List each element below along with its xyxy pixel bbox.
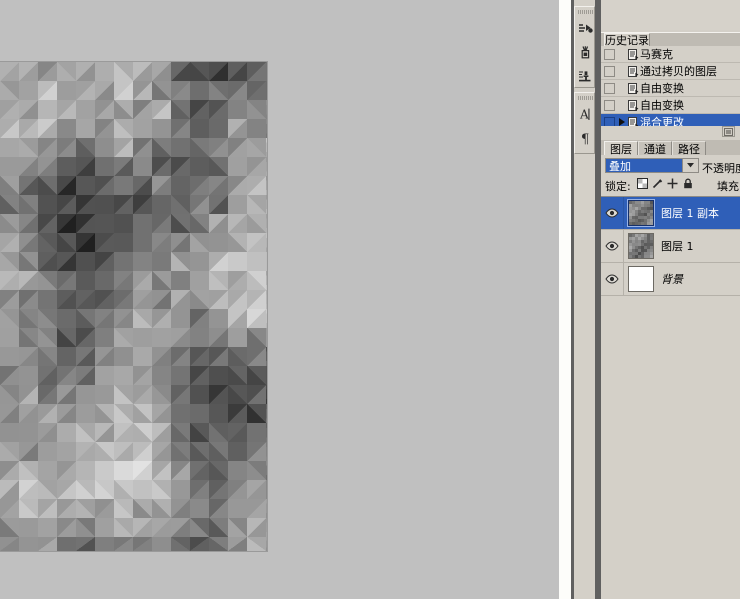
history-state-row[interactable]: 通过拷贝的图层 <box>601 63 740 80</box>
eye-icon[interactable] <box>605 208 619 218</box>
tab-paths[interactable]: 路径 <box>672 141 706 156</box>
history-panel[interactable]: 历史记录 马赛克 通过拷贝的图层 自由变换 自由变换 混合更改 <box>601 32 740 138</box>
history-footer <box>601 126 740 138</box>
layer-thumbnail-cell[interactable] <box>624 263 658 295</box>
paragraph-icon[interactable]: ¶ <box>576 126 595 150</box>
layer-thumbnail <box>628 233 654 259</box>
history-state-icon-cell <box>626 65 640 77</box>
blend-mode-value: 叠加 <box>606 159 682 173</box>
color-palette[interactable] <box>601 0 740 30</box>
history-state-icon-cell <box>626 99 640 111</box>
eye-icon[interactable] <box>605 241 619 251</box>
brush-presets-icon[interactable] <box>576 16 595 40</box>
history-state-label: 自由变换 <box>640 98 684 112</box>
snapshot-icon <box>724 127 733 136</box>
history-current-state-marker <box>617 118 626 126</box>
history-state-list[interactable]: 马赛克 通过拷贝的图层 自由变换 自由变换 混合更改 <box>601 46 740 131</box>
history-snapshot-toggle[interactable] <box>604 99 615 111</box>
lock-image-icon[interactable] <box>651 177 664 190</box>
tab-history[interactable]: 历史记录 <box>604 33 650 46</box>
layer-name: 图层 1 <box>661 239 694 253</box>
layers-tab-bar: 图层 通道 路径 <box>601 140 740 156</box>
history-state-icon <box>627 48 638 60</box>
blend-mode-select[interactable]: 叠加 <box>605 158 699 173</box>
layer-row[interactable]: 背景 <box>601 263 740 296</box>
history-state-row[interactable]: 自由变换 <box>601 97 740 114</box>
dock-group-brush[interactable] <box>574 6 595 88</box>
history-state-row[interactable]: 自由变换 <box>601 80 740 97</box>
history-state-label: 自由变换 <box>640 81 684 95</box>
history-snapshot-toggle[interactable] <box>604 82 615 94</box>
dock-grip-icon[interactable] <box>578 96 593 100</box>
svg-text:¶: ¶ <box>581 132 589 147</box>
layer-visibility-toggle[interactable] <box>601 263 624 295</box>
new-snapshot-button[interactable] <box>722 126 735 137</box>
eye-icon[interactable] <box>605 274 619 284</box>
tab-label: 图层 <box>610 142 632 156</box>
tab-channels[interactable]: 通道 <box>638 141 672 156</box>
tab-layers[interactable]: 图层 <box>604 141 638 156</box>
tab-history-label: 历史记录 <box>605 33 649 47</box>
layer-visibility-toggle[interactable] <box>601 197 624 229</box>
layer-list[interactable]: 图层 1 副本 图层 1 背景 <box>601 196 740 296</box>
layers-panel[interactable]: 图层通道路径 叠加 不透明度 锁定: <box>601 140 740 599</box>
lock-position-icon[interactable] <box>666 177 679 190</box>
layer-name: 背景 <box>661 272 683 286</box>
history-state-icon <box>627 99 638 111</box>
history-state-icon-cell <box>626 82 640 94</box>
history-snapshot-toggle[interactable] <box>604 48 615 60</box>
opacity-label: 不透明度 <box>702 162 740 175</box>
layer-thumbnail-cell[interactable] <box>624 197 658 229</box>
history-state-icon <box>627 82 638 94</box>
dock-group-type[interactable]: A ¶ <box>574 92 595 154</box>
layer-name: 图层 1 副本 <box>661 206 719 220</box>
dock-grip-icon[interactable] <box>578 10 593 14</box>
history-state-label: 马赛克 <box>640 47 673 61</box>
svg-text:A: A <box>579 107 589 121</box>
history-state-label: 通过拷贝的图层 <box>640 64 717 78</box>
layer-row[interactable]: 图层 1 副本 <box>601 197 740 230</box>
layer-thumbnail <box>628 266 654 292</box>
history-state-row[interactable]: 马赛克 <box>601 46 740 63</box>
layer-thumbnail <box>628 200 654 226</box>
blend-mode-row: 叠加 不透明度 <box>601 156 740 175</box>
character-icon[interactable]: A <box>576 102 595 126</box>
lock-transparency-icon[interactable] <box>636 177 649 190</box>
document-window <box>0 0 559 599</box>
history-tab-bar: 历史记录 <box>601 33 740 46</box>
history-state-icon <box>627 65 638 77</box>
clone-source-icon[interactable] <box>576 64 595 88</box>
lock-all-icon[interactable] <box>681 177 694 190</box>
history-snapshot-toggle[interactable] <box>604 65 615 77</box>
mosaic-texture <box>0 62 267 551</box>
tool-presets-icon[interactable] <box>576 40 595 64</box>
lock-row: 锁定: 填充 <box>601 176 740 193</box>
layer-row[interactable]: 图层 1 <box>601 230 740 263</box>
lock-label: 锁定: <box>605 180 631 193</box>
fill-label: 填充 <box>717 180 739 193</box>
image-canvas[interactable] <box>0 62 267 551</box>
layer-visibility-toggle[interactable] <box>601 230 624 262</box>
document-window-right-edge <box>559 0 571 599</box>
layer-thumbnail-cell[interactable] <box>624 230 658 262</box>
collapsed-palette-dock[interactable]: A ¶ <box>574 0 595 599</box>
chevron-down-icon[interactable] <box>682 159 698 172</box>
tab-label: 路径 <box>678 142 700 156</box>
history-state-icon-cell <box>626 48 640 60</box>
layers-panel-empty-area <box>601 296 740 599</box>
tab-label: 通道 <box>644 142 666 156</box>
